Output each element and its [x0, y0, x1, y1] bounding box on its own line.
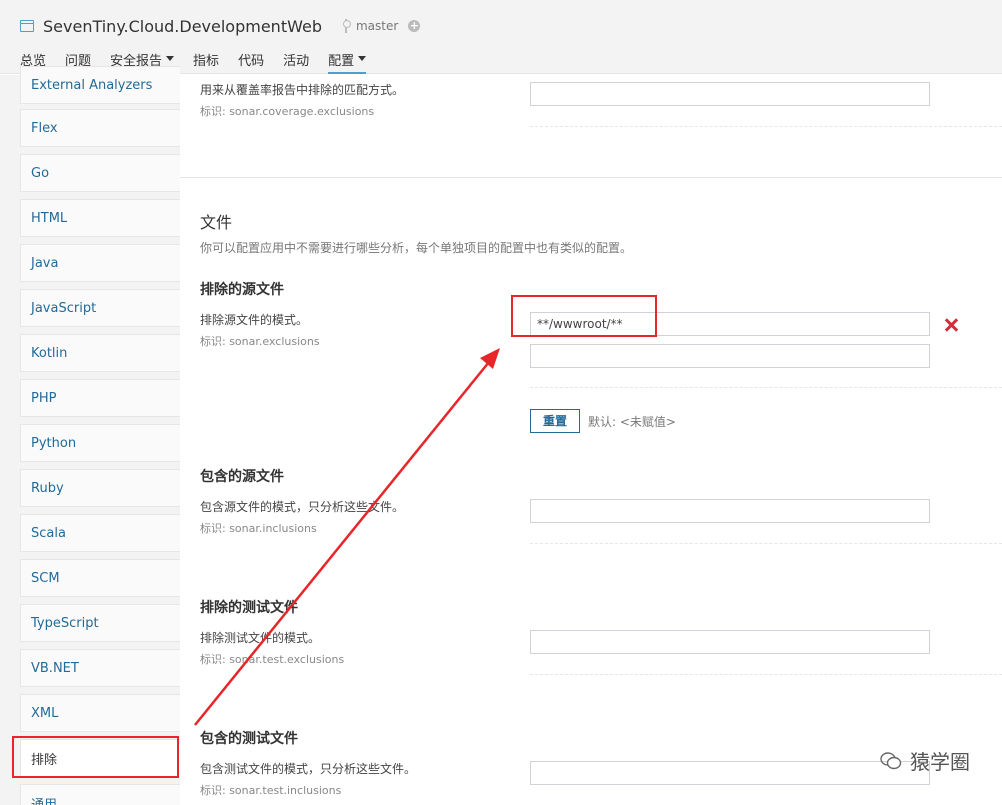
exclusions-description: 排除源文件的模式。 [200, 313, 309, 327]
project-name[interactable]: SevenTiny.Cloud.DevelopmentWeb [43, 17, 322, 36]
divider [530, 674, 1002, 675]
project-info: SevenTiny.Cloud.DevelopmentWeb master + [20, 14, 421, 38]
test-inclusions-title: 包含的测试文件 [200, 731, 298, 747]
sidebar-item-ruby[interactable]: Ruby [20, 469, 180, 507]
divider [530, 543, 1002, 544]
test-inclusions-input[interactable] [530, 761, 930, 785]
test-inclusions-key: 标识: sonar.test.inclusions [200, 784, 342, 797]
test-exclusions-input[interactable] [530, 630, 930, 654]
files-category-description: 你可以配置应用中不需要进行哪些分析，每个单独项目的配置中也有类似的配置。 [200, 241, 633, 255]
sidebar-item-scm[interactable]: SCM [20, 559, 180, 597]
sidebar-item-external-analyzers[interactable]: External Analyzers [20, 66, 180, 104]
add-icon[interactable]: + [408, 20, 421, 32]
reset-button[interactable]: 重置 [530, 409, 580, 433]
nav-activity[interactable]: 活动 [283, 50, 309, 74]
nav-measures-label: 指标 [193, 54, 220, 69]
annotation-highlight-box [12, 736, 179, 778]
exclusions-new-pattern-input[interactable] [530, 344, 930, 368]
sidebar-item-python[interactable]: Python [20, 424, 180, 462]
watermark-text: 猿学圈 [910, 750, 970, 774]
sidebar-item-vbnet[interactable]: VB.NET [20, 649, 180, 687]
sidebar-item-java[interactable]: Java [20, 244, 180, 282]
wechat-icon [880, 751, 902, 769]
sidebar-item-php[interactable]: PHP [20, 379, 180, 417]
settings-main: 用来从覆盖率报告中排除的匹配方式。 标识: sonar.coverage.exc… [180, 75, 1002, 805]
chevron-down-icon [358, 56, 367, 61]
sidebar-item-flex[interactable]: Flex [20, 109, 180, 147]
inclusions-key: 标识: sonar.inclusions [200, 522, 317, 535]
nav-activity-label: 活动 [283, 54, 310, 69]
nav-configuration[interactable]: 配置 [328, 50, 367, 74]
coverage-exclusions-input[interactable] [530, 82, 930, 106]
test-exclusions-description: 排除测试文件的模式。 [200, 631, 321, 645]
sidebar-item-general[interactable]: 通用 [20, 784, 180, 805]
sidebar-item-go[interactable]: Go [20, 154, 180, 192]
project-icon [20, 20, 34, 32]
inclusions-description: 包含源文件的模式，只分析这些文件。 [200, 500, 405, 514]
default-value-text: 默认: <未赋值> [588, 415, 676, 429]
project-header: SevenTiny.Cloud.DevelopmentWeb master + … [0, 0, 1002, 74]
files-category-title: 文件 [200, 213, 233, 232]
sidebar-item-kotlin[interactable]: Kotlin [20, 334, 180, 372]
section-divider [180, 177, 1002, 178]
branch-selector[interactable]: master + [342, 19, 421, 33]
delete-icon[interactable] [944, 318, 958, 332]
nav-configuration-label: 配置 [328, 54, 355, 69]
branch-icon [342, 19, 351, 33]
test-exclusions-title: 排除的测试文件 [200, 600, 298, 616]
nav-code[interactable]: 代码 [238, 50, 264, 74]
exclusions-key: 标识: sonar.exclusions [200, 335, 320, 348]
settings-sidebar: External Analyzers Flex Go HTML Java Jav… [0, 66, 180, 805]
sidebar-item-scala[interactable]: Scala [20, 514, 180, 552]
nav-code-label: 代码 [238, 54, 265, 69]
inclusions-input[interactable] [530, 499, 930, 523]
sidebar-item-javascript[interactable]: JavaScript [20, 289, 180, 327]
sidebar-item-xml[interactable]: XML [20, 694, 180, 732]
nav-measures[interactable]: 指标 [193, 50, 219, 74]
exclusions-title: 排除的源文件 [200, 282, 284, 298]
test-exclusions-key: 标识: sonar.test.exclusions [200, 653, 345, 666]
sidebar-item-typescript[interactable]: TypeScript [20, 604, 180, 642]
inclusions-title: 包含的源文件 [200, 469, 284, 485]
watermark: 猿学圈 [880, 746, 970, 775]
coverage-exclusions-description: 用来从覆盖率报告中排除的匹配方式。 [200, 83, 405, 97]
coverage-exclusions-key: 标识: sonar.coverage.exclusions [200, 105, 375, 118]
annotation-highlight-box [511, 295, 657, 337]
branch-name: master [355, 19, 399, 33]
test-inclusions-description: 包含测试文件的模式，只分析这些文件。 [200, 762, 417, 776]
divider [530, 126, 1002, 127]
chevron-down-icon [166, 56, 175, 61]
divider [530, 387, 1002, 388]
sidebar-item-html[interactable]: HTML [20, 199, 180, 237]
